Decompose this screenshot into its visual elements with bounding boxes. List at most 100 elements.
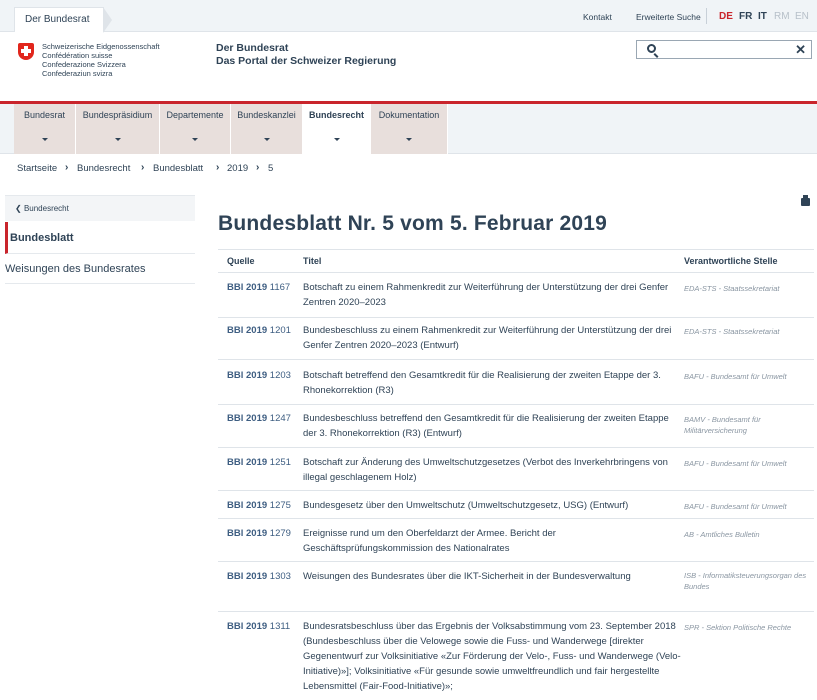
row-divider (218, 611, 814, 612)
row-1-reference-link[interactable]: BBl 2019 1201 (227, 325, 291, 336)
breadcrumb-separator: › (141, 162, 145, 173)
nav-item-label: Bundesrat (23, 110, 66, 120)
breadcrumb-bundesrecht[interactable]: Bundesrecht (77, 163, 130, 174)
row-6-reference-link[interactable]: BBl 2019 1279 (227, 528, 291, 539)
row-3-office: BAMV - Bundesamt für Militärversicherung (684, 415, 761, 435)
column-header-source: Quelle (227, 256, 255, 266)
row-4-title: Botschaft zur Änderung des Umweltschutzg… (303, 457, 668, 483)
close-icon[interactable]: ✕ (795, 41, 806, 58)
reference-prefix: BBl 2019 (227, 282, 268, 293)
sidebar-back-label: Bundesrecht (23, 204, 69, 213)
sidebar-item-weisungen[interactable]: Weisungen des Bundesrates (5, 258, 195, 284)
header-divider (218, 272, 814, 273)
breadcrumb-bundesblatt[interactable]: Bundesblatt (153, 163, 203, 174)
reference-page: 1311 (269, 621, 291, 632)
column-header-office: Verantwortliche Stelle (684, 256, 778, 266)
row-5-reference-link[interactable]: BBl 2019 1275 (227, 500, 291, 511)
row-6-office: AB - Amtliches Bulletin (684, 530, 760, 539)
sidebar-item-bundesblatt[interactable]: Bundesblatt (5, 222, 195, 254)
nav-item-label: Bundesrecht (308, 110, 364, 120)
row-8-title: Bundesratsbeschluss über das Ergebnis de… (303, 621, 681, 692)
table-top-divider (218, 249, 814, 250)
row-4-office: BAFU - Bundesamt für Umwelt (684, 459, 787, 468)
row-divider (218, 404, 814, 405)
sidebar-back-link[interactable]: ❮ Bundesrecht (5, 195, 195, 221)
chevron-left-icon: ❮ (15, 204, 22, 213)
row-3-reference-link[interactable]: BBl 2019 1247 (227, 413, 291, 424)
nav-item-bundespraesidium[interactable]: Bundespräsidium (76, 104, 160, 154)
row-3-title: Bundesbeschluss betreffend den Gesamtkre… (303, 413, 669, 439)
search-input[interactable]: ✕ (636, 40, 812, 59)
chevron-down-icon (41, 138, 48, 141)
row-divider (218, 359, 814, 360)
row-divider (218, 561, 814, 562)
row-divider (218, 518, 814, 519)
reference-prefix: BBl 2019 (227, 413, 268, 424)
nav-item-label: Bundeskanzlei (237, 110, 296, 120)
row-4-reference-link[interactable]: BBl 2019 1251 (227, 457, 291, 468)
row-8-reference-link[interactable]: BBl 2019 1311 (227, 621, 290, 632)
breadcrumb-issue: 5 (268, 163, 274, 174)
nav-item-label: Bundespräsidium (82, 110, 153, 120)
row-0-reference-link[interactable]: BBl 2019 1167 (227, 282, 290, 293)
row-6-title: Ereignisse rund um den Oberfeldarzt der … (303, 528, 556, 554)
nav-item-bundesrat[interactable]: Bundesrat (14, 104, 76, 154)
column-header-title: Titel (303, 256, 322, 266)
chevron-down-icon (192, 138, 198, 141)
row-0-office: EDA-STS - Staatssekretariat (684, 284, 780, 293)
lang-rm[interactable]: RM (774, 11, 790, 22)
row-2-reference-link[interactable]: BBl 2019 1203 (227, 370, 291, 381)
row-8-office: SPR - Sektion Politische Rechte (684, 623, 792, 632)
advanced-search-link[interactable]: Erweiterte Suche (636, 12, 701, 22)
reference-page: 1275 (269, 500, 291, 511)
row-divider (218, 447, 814, 448)
portal-subtitle: Das Portal der Schweizer Regierung (216, 55, 397, 67)
row-7-reference-link[interactable]: BBl 2019 1303 (227, 571, 291, 582)
reference-prefix: BBl 2019 (227, 571, 268, 582)
chevron-down-icon (114, 138, 121, 141)
reference-page: 1303 (269, 571, 291, 582)
chevron-down-icon (263, 138, 270, 141)
language-divider (706, 8, 707, 24)
contact-link[interactable]: Kontakt (583, 12, 612, 22)
confederation-name-fr: Confédération suisse (42, 51, 113, 60)
page-title: Bundesblatt Nr. 5 vom 5. Februar 2019 (218, 212, 608, 235)
reference-page: 1167 (269, 282, 291, 293)
reference-prefix: BBl 2019 (227, 500, 268, 511)
lang-fr[interactable]: FR (739, 11, 752, 22)
row-5-office: BAFU - Bundesamt für Umwelt (684, 502, 787, 511)
breadcrumb-startseite[interactable]: Startseite (17, 163, 57, 174)
print-icon[interactable] (801, 195, 810, 206)
breadcrumb-separator: › (256, 162, 260, 173)
reference-prefix: BBl 2019 (227, 621, 268, 632)
row-7-title: Weisungen des Bundesrates über die IKT-S… (303, 571, 631, 582)
row-2-office: BAFU - Bundesamt für Umwelt (684, 372, 787, 381)
breadcrumb-separator: › (65, 162, 69, 173)
nav-item-bundeskanzlei[interactable]: Bundeskanzlei (231, 104, 303, 154)
reference-prefix: BBl 2019 (227, 457, 268, 468)
nav-item-label: Departemente (166, 110, 224, 120)
nav-item-departemente[interactable]: Departemente (160, 104, 231, 154)
lang-en[interactable]: EN (795, 11, 809, 22)
reference-page: 1203 (269, 370, 291, 381)
lang-de[interactable]: DE (719, 11, 733, 22)
search-icon[interactable] (647, 44, 656, 53)
reference-page: 1247 (269, 413, 291, 424)
nav-item-bundesrecht[interactable]: Bundesrecht (303, 104, 371, 155)
home-tab[interactable]: Der Bundesrat (14, 7, 114, 33)
reference-prefix: BBl 2019 (227, 325, 268, 336)
confederation-name-it: Confederazione Svizzera (42, 60, 126, 69)
portal-title: Der Bundesrat (216, 42, 289, 54)
row-2-title: Botschaft betreffend den Gesamtkredit fü… (303, 370, 661, 396)
nav-item-label: Dokumentation (378, 110, 440, 120)
breadcrumb-year[interactable]: 2019 (227, 163, 248, 174)
lang-it[interactable]: IT (758, 11, 767, 22)
reference-page: 1279 (269, 528, 291, 539)
nav-item-dokumentation[interactable]: Dokumentation (371, 104, 448, 154)
swiss-cross-logo-icon[interactable] (18, 43, 34, 60)
row-7-office: ISB - Informatiksteuerungsorgan des Bund… (684, 571, 807, 591)
confederation-name-rm: Confederaziun svizra (42, 69, 113, 78)
row-1-office: EDA-STS - Staatssekretariat (684, 327, 780, 336)
breadcrumb-separator: › (216, 162, 220, 173)
row-divider (218, 490, 814, 491)
